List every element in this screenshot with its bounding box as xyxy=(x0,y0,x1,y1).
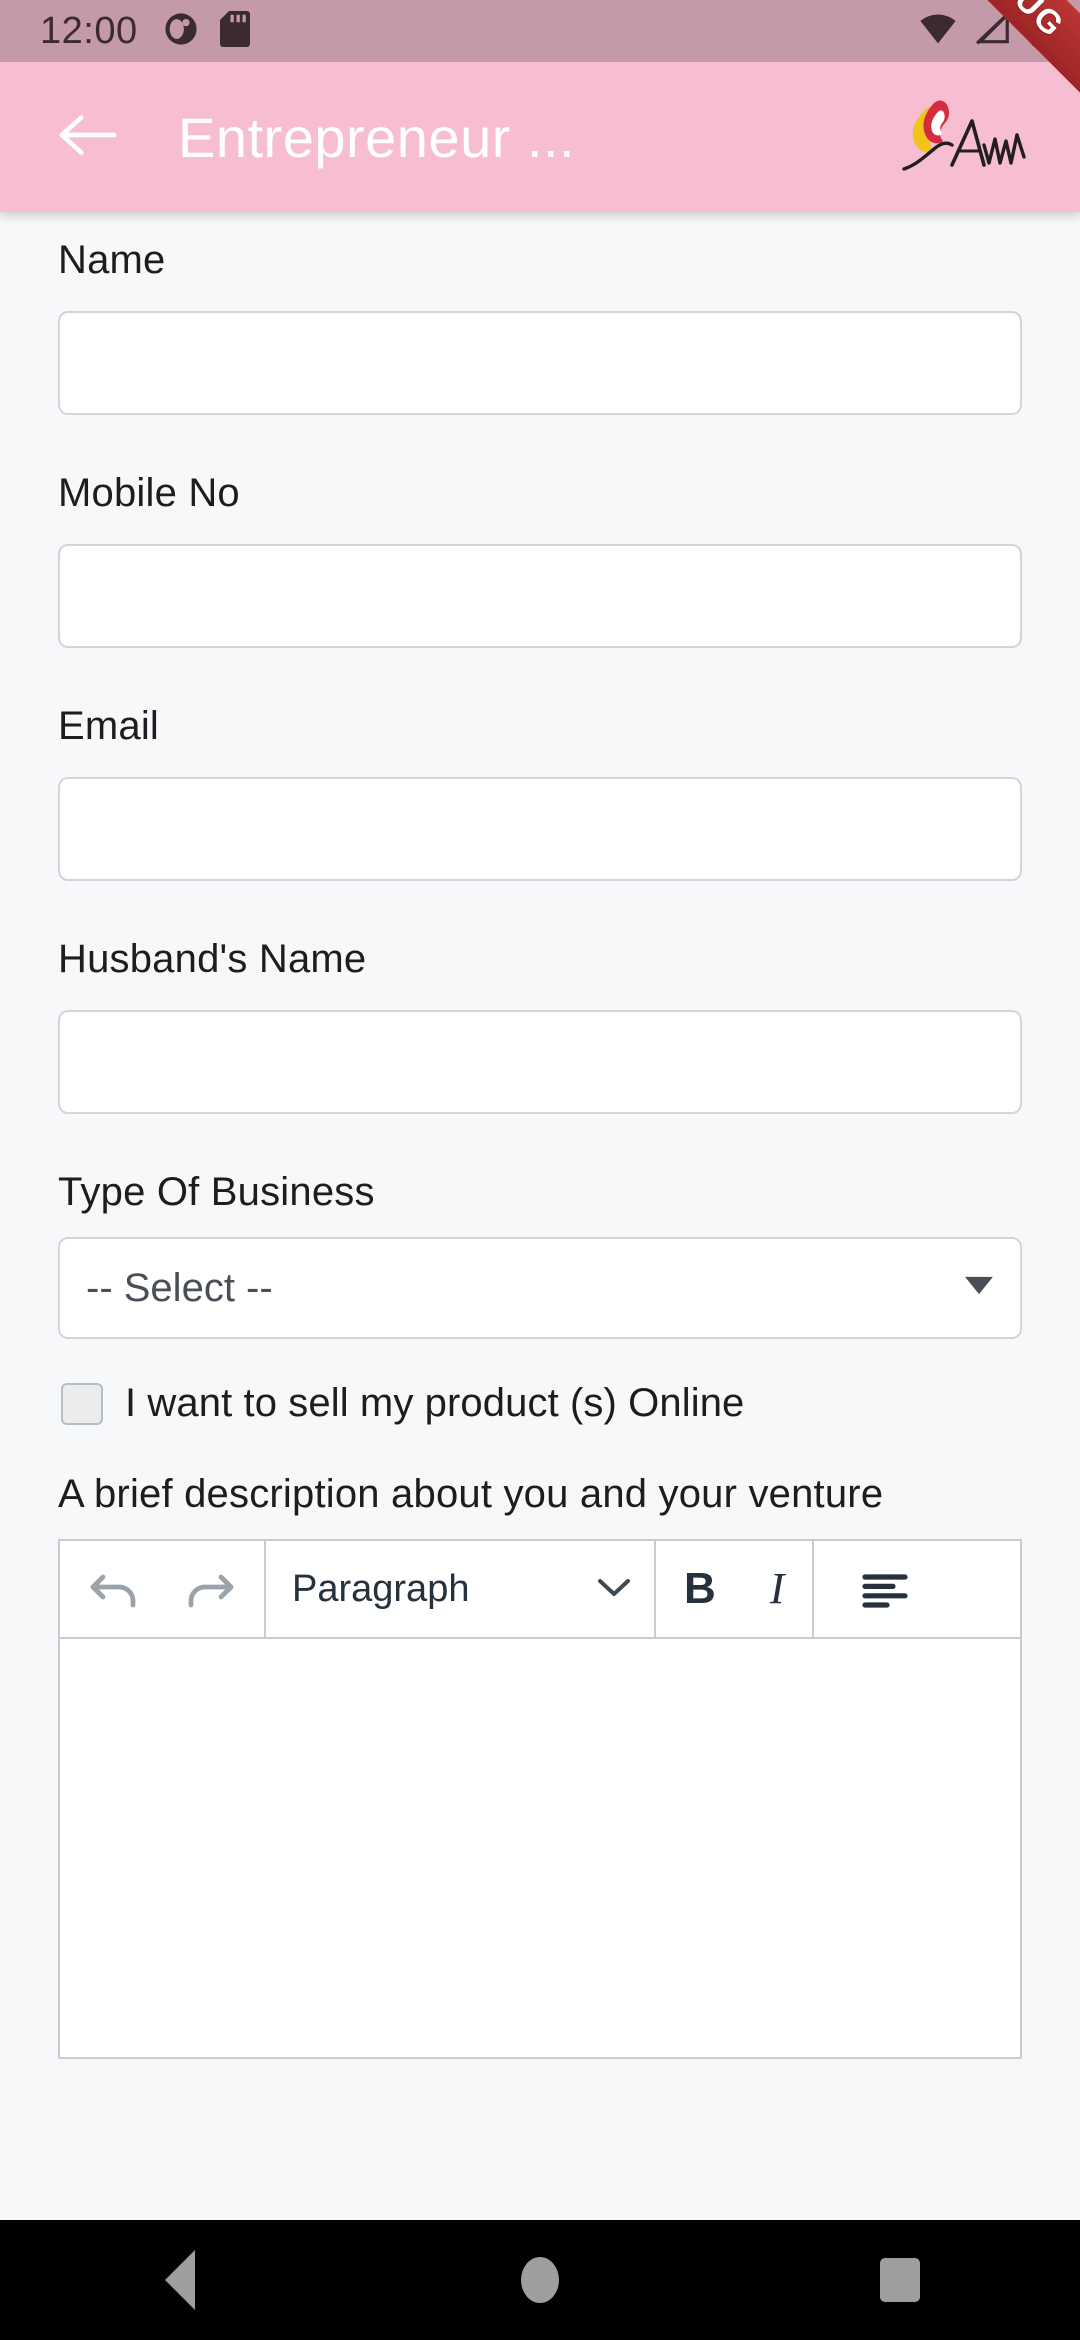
label-husbands-name: Husband's Name xyxy=(58,937,367,981)
sell-online-row[interactable]: I want to sell my product (s) Online xyxy=(58,1381,1022,1426)
wifi-icon xyxy=(918,13,958,50)
awa-brand-logo xyxy=(890,82,1040,192)
business-type-selected-value: -- Select -- xyxy=(86,1265,273,1310)
block-style-label: Paragraph xyxy=(292,1567,470,1610)
field-group-mobile: Mobile No xyxy=(58,471,1022,704)
label-name: Name xyxy=(58,238,166,282)
field-group-business-type: Type Of Business -- Select -- xyxy=(58,1170,1022,1339)
page-title: Entrepreneur ... xyxy=(178,105,576,169)
arrow-left-icon xyxy=(58,110,120,165)
android-nav-bar xyxy=(0,2220,1080,2340)
align-left-icon[interactable] xyxy=(850,1554,920,1624)
back-triangle-icon xyxy=(165,2250,195,2310)
business-type-select-wrap: -- Select -- xyxy=(58,1237,1022,1339)
bold-button[interactable]: B xyxy=(684,1567,716,1611)
recents-square-icon xyxy=(880,2258,920,2302)
business-type-select[interactable]: -- Select -- xyxy=(58,1237,1022,1339)
redo-icon[interactable] xyxy=(174,1554,244,1624)
status-left-icons xyxy=(164,10,250,52)
status-clock: 12:00 xyxy=(40,10,138,52)
block-style-dropdown[interactable]: Paragraph xyxy=(266,1541,656,1637)
status-right-icons xyxy=(918,9,1054,53)
input-mobile-no[interactable] xyxy=(58,544,1022,648)
label-type-of-business: Type Of Business xyxy=(58,1170,375,1214)
italic-button[interactable]: I xyxy=(770,1567,785,1611)
home-circle-icon xyxy=(521,2257,559,2303)
phone-screen: 12:00 Entrepreneur ... Name Mobile No Em… xyxy=(0,0,1080,2340)
label-email: Email xyxy=(58,704,160,748)
nav-back-button[interactable] xyxy=(105,2220,255,2340)
label-mobile-no: Mobile No xyxy=(58,471,240,515)
input-name[interactable] xyxy=(58,311,1022,415)
status-bar: 12:00 xyxy=(0,0,1080,62)
app-bar: Entrepreneur ... xyxy=(0,62,1080,212)
toolbar-group-marks: B I xyxy=(656,1541,815,1637)
moon-icon xyxy=(164,12,198,51)
sd-card-icon xyxy=(219,10,250,52)
field-group-email: Email xyxy=(58,704,1022,937)
label-description: A brief description about you and your v… xyxy=(58,1472,884,1516)
field-group-name: Name xyxy=(58,238,1022,471)
description-editor-body[interactable] xyxy=(60,1639,1020,2057)
back-button[interactable] xyxy=(46,94,132,180)
nav-home-button[interactable] xyxy=(465,2220,615,2340)
nav-recents-button[interactable] xyxy=(825,2220,975,2340)
toolbar-group-history xyxy=(60,1541,266,1637)
input-husbands-name[interactable] xyxy=(58,1010,1022,1114)
editor-toolbar: Paragraph B I xyxy=(60,1541,1020,1639)
rich-text-editor: Paragraph B I xyxy=(58,1539,1022,2059)
signal-off-icon xyxy=(974,10,1012,50)
form-content: Name Mobile No Email Husband's Name Type… xyxy=(0,212,1080,2220)
chevron-down-icon xyxy=(596,1575,632,1604)
sell-online-checkbox[interactable] xyxy=(61,1382,103,1425)
input-email[interactable] xyxy=(58,777,1022,881)
field-group-description: A brief description about you and your v… xyxy=(58,1472,1022,2059)
battery-icon xyxy=(1028,9,1054,53)
field-group-husbands-name: Husband's Name xyxy=(58,937,1022,1170)
sell-online-label: I want to sell my product (s) Online xyxy=(125,1381,745,1425)
undo-icon[interactable] xyxy=(80,1554,150,1624)
toolbar-group-align xyxy=(814,1541,956,1637)
